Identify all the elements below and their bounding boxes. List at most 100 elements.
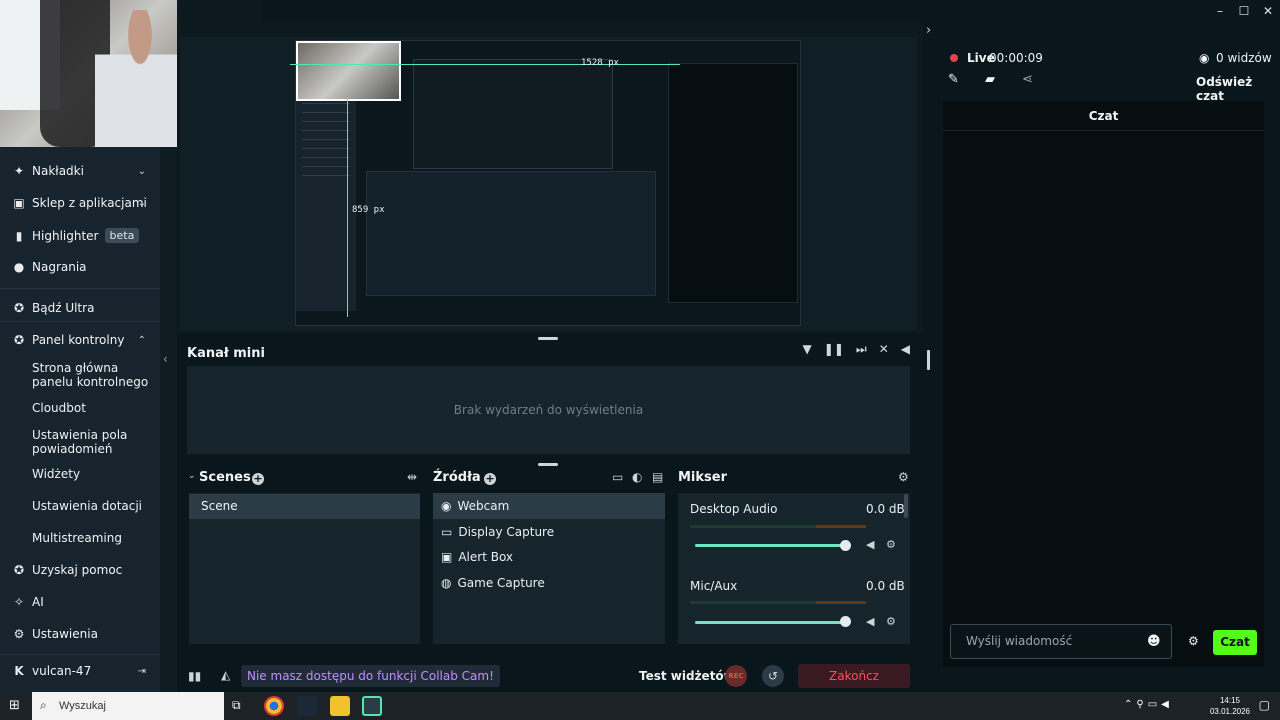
close-button[interactable]: ✕ bbox=[1256, 0, 1280, 23]
audio-meter bbox=[690, 525, 866, 528]
source-item-game-capture[interactable]: ◍ Game Capture bbox=[441, 576, 545, 590]
preview-screen-capture bbox=[295, 40, 801, 326]
add-folder-icon[interactable]: ▤ bbox=[652, 470, 663, 484]
overlays-icon: ✦ bbox=[13, 164, 25, 178]
sidebar-item-dashboard[interactable]: ✪ Panel kontrolny ⌃ bbox=[0, 333, 160, 347]
collapse-icon[interactable]: ⌄ bbox=[188, 471, 196, 481]
taskbar-clock[interactable]: 14:15 03.01.2026 bbox=[1210, 695, 1250, 717]
scenes-title: Scenes bbox=[199, 470, 251, 485]
logout-icon[interactable]: ⇥ bbox=[138, 666, 146, 677]
scene-transition-icon[interactable]: ⇹ bbox=[407, 470, 417, 484]
speaker-icon[interactable]: ◀ bbox=[866, 615, 874, 628]
source-item-display-capture[interactable]: ▭ Display Capture bbox=[441, 525, 554, 539]
collab-cam-icon[interactable]: ◭ bbox=[221, 668, 230, 682]
chevron-up-icon[interactable]: ⌃ bbox=[138, 335, 146, 346]
test-widgets-button[interactable]: Test widżetów bbox=[639, 669, 735, 683]
stream-preview[interactable]: 1528 px 859 px bbox=[180, 37, 917, 330]
gear-icon: ⚙ bbox=[13, 627, 25, 641]
notifications-icon[interactable]: ▢ bbox=[1259, 698, 1270, 712]
source-audio-icon[interactable]: ◐ bbox=[632, 470, 642, 484]
refresh-chat-button[interactable]: Odśwież czat bbox=[1196, 75, 1280, 103]
task-view-icon[interactable]: ⧉ bbox=[232, 698, 241, 713]
sidebar-subitem-multistreaming[interactable]: Multistreaming bbox=[32, 531, 152, 545]
panel-resize-handle[interactable] bbox=[538, 463, 558, 466]
pause-icon[interactable]: ❚❚ bbox=[824, 342, 844, 357]
ai-sparkle-icon: ✧ bbox=[13, 595, 25, 609]
channel-name: Mic/Aux bbox=[690, 579, 738, 593]
record-button[interactable]: REC bbox=[725, 665, 747, 687]
maximize-button[interactable]: ☐ bbox=[1232, 0, 1256, 23]
file-explorer-icon[interactable] bbox=[330, 696, 350, 716]
store-icon: ▣ bbox=[13, 196, 25, 210]
mute-alerts-icon[interactable]: ✕ bbox=[879, 342, 889, 357]
windows-start-icon[interactable]: ⊞ bbox=[9, 698, 20, 713]
volume-icon[interactable]: ◀ bbox=[901, 342, 910, 357]
minimize-button[interactable]: – bbox=[1208, 0, 1232, 23]
sidebar-item-ultra[interactable]: ✪ Bądź Ultra bbox=[0, 301, 160, 315]
sidebar-item-help[interactable]: ✪ Uzyskaj pomoc bbox=[0, 563, 160, 577]
speaker-icon[interactable]: ◀ bbox=[866, 538, 874, 551]
sidebar-subitem-cloudbot[interactable]: Cloudbot bbox=[32, 401, 152, 415]
sidebar-item-store[interactable]: ▣ Sklep z aplikacjami ⌄ bbox=[0, 196, 160, 210]
panel-resize-handle[interactable] bbox=[538, 337, 558, 340]
camera-icon[interactable]: ▰ bbox=[985, 72, 995, 87]
sidebar-user[interactable]: K vulcan-47 ⇥ bbox=[0, 664, 160, 678]
end-stream-button[interactable]: Zakończ transmisję bbox=[798, 664, 910, 707]
mini-feed-empty-text: Brak wydarzeń do wyświetlenia bbox=[453, 403, 644, 417]
source-display-icon[interactable]: ▭ bbox=[612, 470, 623, 484]
system-tray-icons[interactable]: ⌃⚲▭◀ bbox=[1124, 699, 1173, 710]
sidebar-item-ai[interactable]: ✧ AI bbox=[0, 595, 160, 609]
sidebar-subitem-dashboard-home[interactable]: Strona główna panelu kontrolnego bbox=[32, 361, 152, 389]
source-item-webcam[interactable]: ◉ Webcam bbox=[441, 499, 509, 513]
sidebar-subitem-alertbox-settings[interactable]: Ustawienia pola powiadomień bbox=[32, 428, 152, 456]
alert-icon: ▣ bbox=[441, 550, 453, 564]
sources-title: Źródła bbox=[433, 470, 481, 485]
gear-icon[interactable]: ⚙ bbox=[886, 538, 896, 551]
steam-icon[interactable] bbox=[297, 696, 317, 716]
window-controls: – ☐ ✕ bbox=[1208, 0, 1280, 23]
recordings-icon: ● bbox=[13, 260, 25, 274]
chevron-left-icon[interactable]: ‹ bbox=[163, 352, 168, 366]
collab-cam-notice[interactable]: Nie masz dostępu do funkcji Collab Cam! bbox=[241, 665, 500, 687]
highlighter-icon: ▮ bbox=[15, 228, 23, 243]
replay-buffer-icon[interactable]: ↺ bbox=[762, 665, 784, 687]
sidebar-item-overlays[interactable]: ✦ Nakładki ⌄ bbox=[0, 164, 160, 178]
edit-stream-info-icon[interactable]: ✎ bbox=[948, 72, 959, 87]
scene-item[interactable]: Scene bbox=[189, 494, 420, 519]
search-icon: ⌕ bbox=[40, 698, 47, 712]
chevron-down-icon[interactable]: ⌄ bbox=[138, 198, 146, 209]
monitor-icon: ▭ bbox=[441, 525, 453, 539]
volume-slider[interactable] bbox=[695, 544, 850, 547]
height-readout: 859 px bbox=[352, 205, 385, 215]
chevron-down-icon[interactable]: ⌄ bbox=[138, 166, 146, 177]
volume-slider[interactable] bbox=[695, 621, 850, 624]
chat-message-input[interactable]: Wyślij wiadomość bbox=[950, 624, 1172, 659]
resize-handle[interactable] bbox=[927, 350, 930, 370]
stats-icon[interactable]: ▮▮ bbox=[188, 669, 201, 683]
chevron-right-icon[interactable]: › bbox=[926, 23, 931, 38]
sidebar-subitem-donation-settings[interactable]: Ustawienia dotacji bbox=[32, 499, 152, 513]
filter-icon[interactable]: ▼ bbox=[803, 342, 812, 357]
mini-feed-list: Brak wydarzeń do wyświetlenia bbox=[187, 366, 910, 454]
right-collapse-strip: › bbox=[923, 23, 943, 692]
mixer-settings-icon[interactable]: ⚙ bbox=[898, 470, 909, 484]
kick-logo-icon: K bbox=[14, 664, 24, 678]
sidebar-subitem-widgets[interactable]: Widżety bbox=[32, 467, 152, 481]
streamlabs-icon[interactable] bbox=[362, 696, 382, 716]
add-source-button[interactable]: + bbox=[484, 471, 496, 485]
sidebar-item-recordings[interactable]: ● Nagrania bbox=[0, 260, 160, 274]
sidebar-item-settings[interactable]: ⚙ Ustawienia bbox=[0, 627, 160, 641]
taskbar-search[interactable]: Wyszukaj bbox=[32, 692, 224, 720]
skip-icon[interactable]: ⏭ bbox=[856, 342, 867, 357]
send-chat-button[interactable]: Czat bbox=[1213, 630, 1257, 655]
gear-icon[interactable]: ⚙ bbox=[886, 615, 896, 628]
share-icon[interactable]: ⋖ bbox=[1022, 72, 1033, 87]
chat-settings-icon[interactable]: ⚙ bbox=[1188, 634, 1199, 648]
sidebar-divider bbox=[0, 321, 160, 322]
sidebar-item-highlighter[interactable]: ▮ Highlighter beta bbox=[0, 228, 160, 243]
emoji-icon[interactable]: ☻ bbox=[1147, 634, 1161, 649]
help-icon: ✪ bbox=[13, 563, 25, 577]
source-item-alert-box[interactable]: ▣ Alert Box bbox=[441, 550, 513, 564]
chrome-icon[interactable] bbox=[264, 696, 284, 716]
add-scene-button[interactable]: + bbox=[252, 471, 264, 485]
